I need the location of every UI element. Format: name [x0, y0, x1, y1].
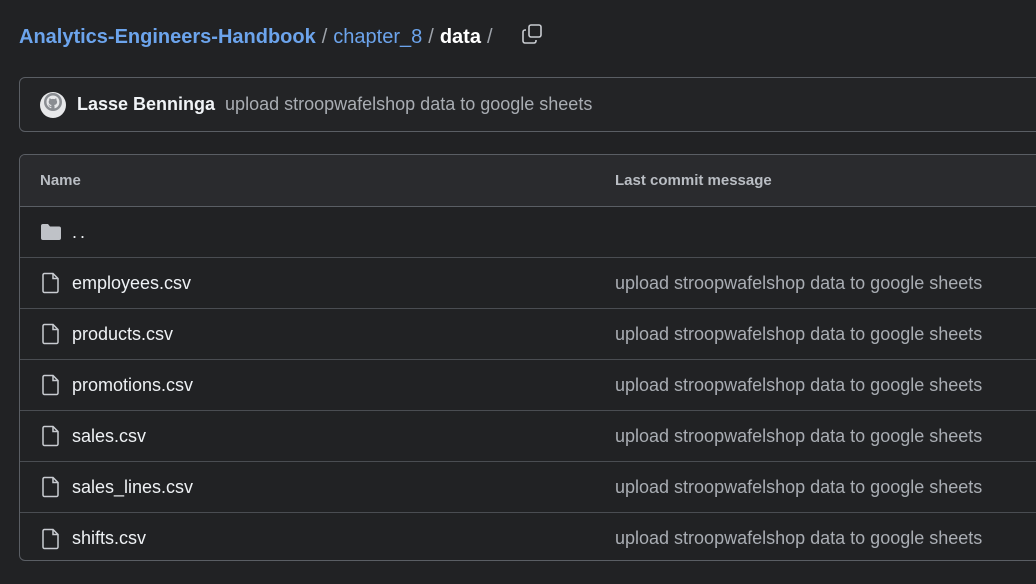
file-icon	[40, 272, 62, 294]
parent-directory-row[interactable]: ..	[20, 207, 1036, 258]
file-commit-message[interactable]: upload stroopwafelshop data to google sh…	[615, 426, 982, 447]
commit-message[interactable]: upload stroopwafelshop data to google sh…	[225, 94, 592, 115]
repo-directory-page: Analytics-Engineers-Handbook / chapter_8…	[0, 0, 1036, 584]
breadcrumb: Analytics-Engineers-Handbook / chapter_8…	[19, 22, 545, 52]
copy-icon	[521, 23, 543, 51]
file-icon	[40, 323, 62, 345]
copy-path-button[interactable]	[519, 24, 545, 50]
file-commit-message[interactable]: upload stroopwafelshop data to google sh…	[615, 528, 982, 549]
file-table: Name Last commit message .. employees.cs…	[19, 154, 1036, 561]
file-name-link[interactable]: sales.csv	[72, 426, 146, 447]
breadcrumb-folder-link[interactable]: chapter_8	[333, 26, 422, 49]
avatar[interactable]	[40, 91, 66, 118]
file-icon	[40, 476, 62, 498]
github-avatar-icon	[43, 92, 63, 117]
breadcrumb-current: data	[439, 25, 481, 48]
file-commit-message[interactable]: upload stroopwafelshop data to google sh…	[615, 324, 982, 345]
breadcrumb-separator: /	[428, 25, 434, 48]
table-row[interactable]: shifts.csv upload stroopwafelshop data t…	[20, 513, 1036, 560]
file-icon	[40, 528, 62, 550]
header-name: Name	[40, 172, 81, 189]
file-name-link[interactable]: promotions.csv	[72, 375, 193, 396]
table-row[interactable]: sales.csv upload stroopwafelshop data to…	[20, 411, 1036, 462]
file-commit-message[interactable]: upload stroopwafelshop data to google sh…	[615, 477, 982, 498]
table-row[interactable]: promotions.csv upload stroopwafelshop da…	[20, 360, 1036, 411]
parent-directory-link[interactable]: ..	[72, 222, 88, 243]
breadcrumb-repo-link[interactable]: Analytics-Engineers-Handbook	[19, 26, 316, 49]
breadcrumb-separator: /	[486, 25, 493, 48]
table-header: Name Last commit message	[20, 155, 1036, 207]
table-row[interactable]: sales_lines.csv upload stroopwafelshop d…	[20, 462, 1036, 513]
table-row[interactable]: products.csv upload stroopwafelshop data…	[20, 309, 1036, 360]
file-name-link[interactable]: products.csv	[72, 324, 173, 345]
file-name-link[interactable]: shifts.csv	[72, 528, 146, 549]
file-name-link[interactable]: sales_lines.csv	[72, 477, 193, 498]
header-last-commit-message: Last commit message	[615, 172, 772, 189]
file-commit-message[interactable]: upload stroopwafelshop data to google sh…	[615, 375, 982, 396]
file-icon	[40, 425, 62, 447]
file-icon	[40, 374, 62, 396]
folder-icon	[40, 221, 62, 243]
file-commit-message[interactable]: upload stroopwafelshop data to google sh…	[615, 273, 982, 294]
latest-commit-bar: Lasse Benninga upload stroopwafelshop da…	[19, 77, 1036, 132]
commit-author[interactable]: Lasse Benninga	[77, 94, 215, 115]
breadcrumb-separator: /	[321, 25, 328, 48]
file-name-link[interactable]: employees.csv	[72, 273, 191, 294]
table-row[interactable]: employees.csv upload stroopwafelshop dat…	[20, 258, 1036, 309]
